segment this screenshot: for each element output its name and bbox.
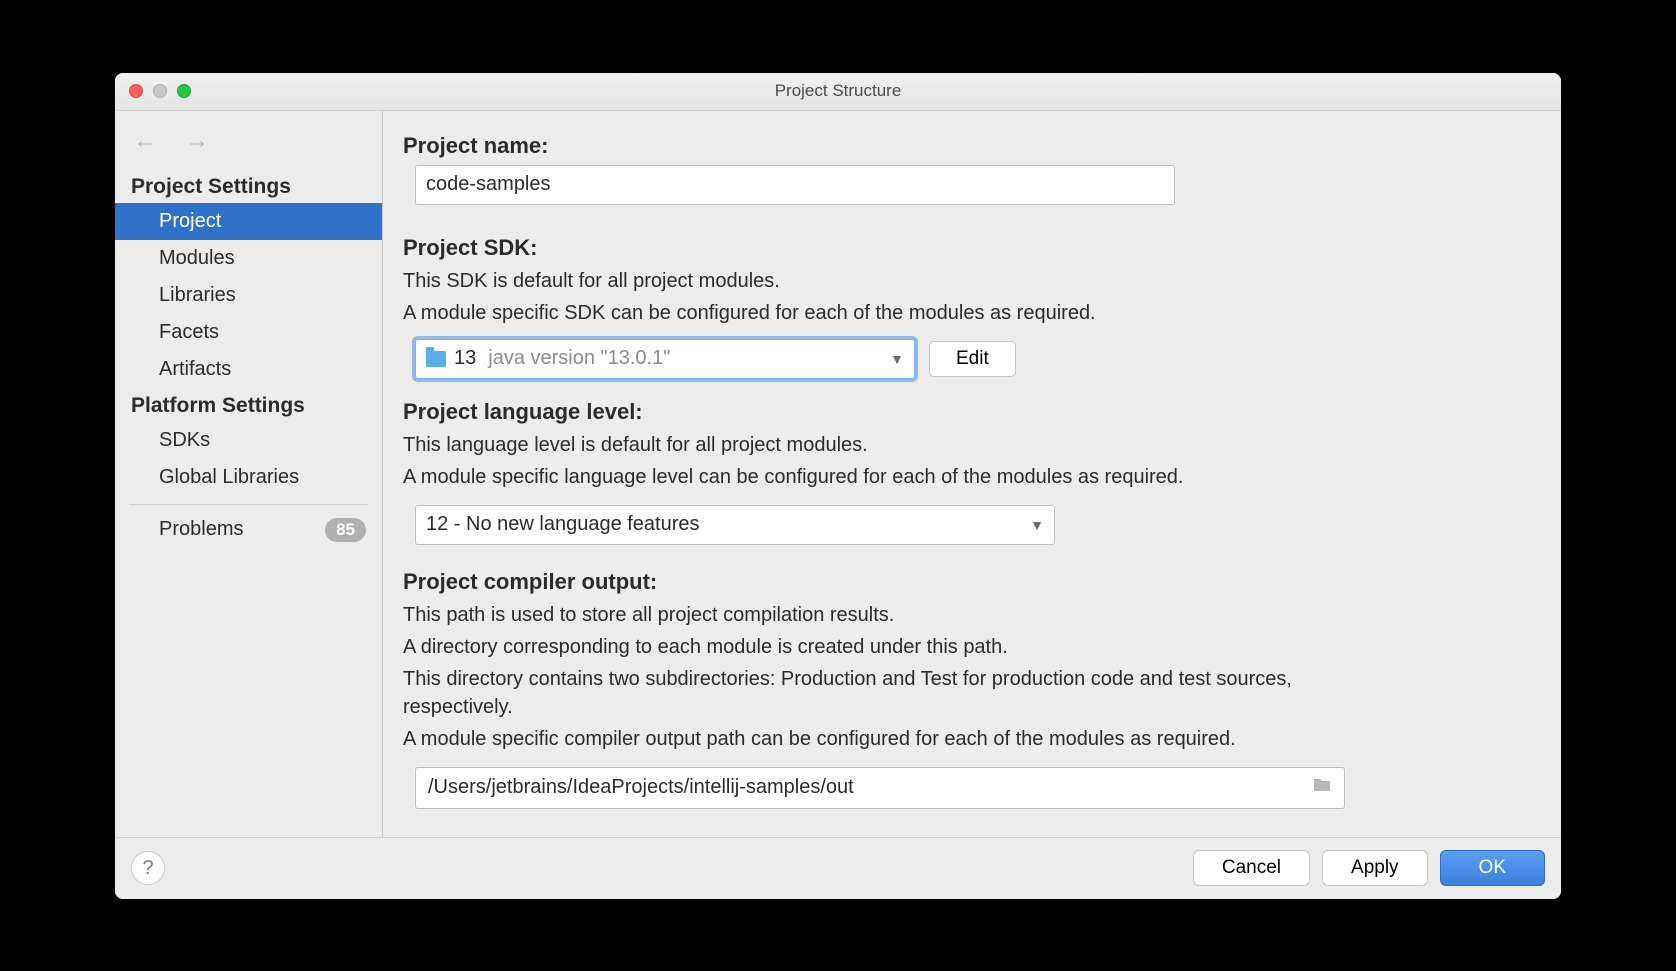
chevron-down-icon: ▼ — [890, 351, 904, 367]
sidebar-item-global-libraries[interactable]: Global Libraries — [115, 459, 382, 496]
output-desc-4: A module specific compiler output path c… — [403, 725, 1353, 753]
language-level-value: 12 - No new language features — [426, 513, 700, 536]
lang-desc-2: A module specific language level can be … — [403, 463, 1535, 491]
sidebar: ← → Project Settings Project Modules Lib… — [115, 111, 383, 837]
sidebar-item-project[interactable]: Project — [115, 203, 382, 240]
help-button[interactable]: ? — [131, 851, 165, 885]
compiler-output-path: /Users/jetbrains/IdeaProjects/intellij-s… — [428, 776, 1308, 799]
output-desc-2: A directory corresponding to each module… — [403, 633, 1535, 661]
project-name-input[interactable] — [415, 165, 1175, 205]
sdk-version-detail: java version "13.0.1" — [488, 347, 670, 370]
sidebar-item-facets[interactable]: Facets — [115, 314, 382, 351]
project-sdk-label: Project SDK: — [403, 235, 1535, 261]
ok-button[interactable]: OK — [1440, 850, 1545, 886]
problems-count-badge: 85 — [325, 518, 366, 542]
sidebar-item-libraries[interactable]: Libraries — [115, 277, 382, 314]
sidebar-item-sdks[interactable]: SDKs — [115, 422, 382, 459]
dialog-footer: ? Cancel Apply OK — [115, 837, 1561, 899]
sdk-version: 13 — [454, 347, 476, 370]
chevron-down-icon: ▼ — [1030, 517, 1044, 533]
window-controls — [115, 84, 191, 98]
section-platform-settings: Platform Settings — [115, 388, 382, 422]
main-panel: Project name: Project SDK: This SDK is d… — [383, 111, 1561, 837]
compiler-output-field[interactable]: /Users/jetbrains/IdeaProjects/intellij-s… — [415, 767, 1345, 809]
language-level-label: Project language level: — [403, 399, 1535, 425]
apply-button[interactable]: Apply — [1322, 850, 1428, 886]
compiler-output-label: Project compiler output: — [403, 569, 1535, 595]
minimize-window-icon[interactable] — [153, 84, 167, 98]
sidebar-item-problems[interactable]: Problems 85 — [115, 511, 382, 549]
project-structure-dialog: Project Structure ← → Project Settings P… — [113, 71, 1563, 901]
language-level-select[interactable]: 12 - No new language features ▼ — [415, 505, 1055, 545]
output-desc-1: This path is used to store all project c… — [403, 601, 1535, 629]
sdk-desc-1: This SDK is default for all project modu… — [403, 267, 1535, 295]
section-project-settings: Project Settings — [115, 169, 382, 203]
sidebar-item-modules[interactable]: Modules — [115, 240, 382, 277]
zoom-window-icon[interactable] — [177, 84, 191, 98]
close-window-icon[interactable] — [129, 84, 143, 98]
cancel-button[interactable]: Cancel — [1193, 850, 1310, 886]
titlebar: Project Structure — [115, 73, 1561, 111]
output-desc-3: This directory contains two subdirectori… — [403, 665, 1353, 721]
nav-forward-icon[interactable]: → — [185, 127, 209, 155]
browse-folder-icon[interactable] — [1308, 776, 1336, 799]
sidebar-divider — [129, 504, 368, 505]
jdk-folder-icon — [426, 351, 446, 367]
nav-back-icon[interactable]: ← — [133, 127, 157, 155]
edit-sdk-button[interactable]: Edit — [929, 341, 1016, 377]
lang-desc-1: This language level is default for all p… — [403, 431, 1535, 459]
project-sdk-select[interactable]: 13 java version "13.0.1" ▼ — [415, 339, 915, 379]
project-name-label: Project name: — [403, 133, 1535, 159]
problems-label: Problems — [159, 518, 243, 541]
window-title: Project Structure — [115, 81, 1561, 101]
sidebar-item-artifacts[interactable]: Artifacts — [115, 351, 382, 388]
sdk-desc-2: A module specific SDK can be configured … — [403, 299, 1535, 327]
